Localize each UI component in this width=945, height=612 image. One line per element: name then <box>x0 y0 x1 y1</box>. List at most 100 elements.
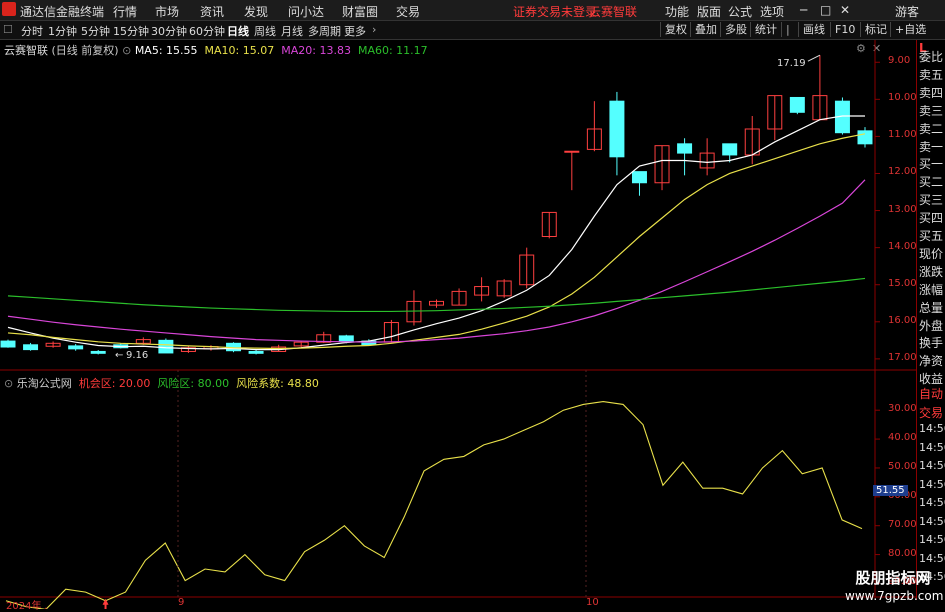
panel-field-label: 涨幅 <box>919 282 944 297</box>
period-daily[interactable]: 日线 <box>227 23 249 39</box>
y-tick-label: 16.00 <box>888 314 917 326</box>
login-notice[interactable]: 证券交易未登录 <box>513 3 597 20</box>
ma-line-ma20 <box>7 179 866 343</box>
menu-item-news[interactable]: 资讯 <box>200 3 224 20</box>
menu-item-options[interactable]: 选项 <box>760 3 784 20</box>
panel-trade-item: 14:56 <box>919 477 945 491</box>
ind-y-tick-label: 70.00 <box>888 518 917 530</box>
y-tick-label: 9.00 <box>888 55 911 67</box>
period-more[interactable]: 更多 <box>344 23 366 39</box>
draw-button[interactable]: 画线 <box>798 22 829 37</box>
menu-item-quotes[interactable]: 行情 <box>113 3 137 20</box>
period-intraday[interactable]: 分时 <box>21 23 43 39</box>
x-label-month-9: 9 <box>178 597 185 608</box>
adjust-button[interactable]: 复权 <box>660 22 691 37</box>
period-multi[interactable]: 多周期 <box>308 23 341 39</box>
indicator-current-value: 51.55 <box>873 485 908 496</box>
ind-y-tick-label: 50.00 <box>888 460 917 472</box>
panel-field-label: 买五 <box>919 229 944 243</box>
candle-body <box>609 100 625 158</box>
menu-item-wealth[interactable]: 财富圈 <box>342 3 378 20</box>
menu-item-function[interactable]: 功能 <box>665 3 689 20</box>
watermark-url: www.7gpzb.com <box>845 589 944 603</box>
candle-body <box>789 96 805 113</box>
panel-trade-item: 14:56 <box>919 496 945 509</box>
risk-coefficient-line <box>5 400 863 609</box>
right-info-panel: L 委比 卖五 卖四 卖三 卖二 卖一 买一 买二 买三 买四 买五 现价 涨跌 涨幅 总量 外盘 换手 净资 收益… <box>916 40 945 600</box>
candle-body <box>68 345 84 350</box>
f10-button[interactable]: F10 <box>830 22 859 37</box>
menu-item-discover[interactable]: 发现 <box>244 3 268 20</box>
checkbox-icon[interactable]: ☐ <box>3 23 13 36</box>
low-price-label: 9.16 <box>126 350 149 361</box>
panel-field-label: 卖三 <box>919 103 944 118</box>
window-close-icon[interactable]: ✕ <box>840 3 850 17</box>
ind-y-tick-label: 30.00 <box>888 403 917 415</box>
candle-body <box>90 350 106 354</box>
candle-body <box>0 340 16 348</box>
add-watchlist-button[interactable]: +自选 <box>890 22 930 37</box>
high-marker-line <box>807 54 821 62</box>
more-chevron-icon[interactable]: › <box>372 23 376 36</box>
overlay-button[interactable]: 叠加 <box>690 22 721 37</box>
candle-body <box>248 350 264 354</box>
y-tick-label: 14.00 <box>888 240 917 252</box>
panel-field-label: 卖四 <box>919 85 944 100</box>
y-tick-label: 17.00 <box>888 351 917 363</box>
guest-user[interactable]: 游客 <box>895 3 919 20</box>
panel-field-label: 现价 <box>919 246 944 261</box>
panel-field-label: 净资 <box>919 354 944 369</box>
panel-trade-item: 14:56 <box>919 533 945 546</box>
panel-field-label: 换手 <box>919 336 944 351</box>
period-monthly[interactable]: 月线 <box>281 23 303 39</box>
panel-field-label: 买三 <box>919 193 944 208</box>
candle-body <box>23 344 39 351</box>
y-tick-label: 10.00 <box>888 92 917 104</box>
menu-item-market[interactable]: 市场 <box>155 3 179 20</box>
candle-body <box>857 130 873 145</box>
period-weekly[interactable]: 周线 <box>254 23 276 39</box>
menu-item-formula[interactable]: 公式 <box>728 3 752 20</box>
window-minimize-icon[interactable]: ─ <box>800 3 807 17</box>
panel-field-label: 涨跌 <box>919 264 944 279</box>
low-price-arrow-icon: ← <box>115 350 124 361</box>
candle-body <box>338 335 354 342</box>
period-30min[interactable]: 30分钟 <box>151 23 187 39</box>
menu-bar: 通达信金融终端 行情 市场 资讯 发现 问小达 财富圈 交易 证券交易未登录 云… <box>0 0 945 21</box>
period-15min[interactable]: 15分钟 <box>113 23 149 39</box>
ind-y-tick-label: 40.00 <box>888 432 917 444</box>
stats-button[interactable]: 统计 <box>750 22 781 37</box>
period-toolbar: ☐ 分时 1分钟 5分钟 15分钟 30分钟 60分钟 日线 周线 月线 多周期… <box>0 21 945 40</box>
menu-item-layout[interactable]: 版面 <box>697 3 721 20</box>
period-5min[interactable]: 5分钟 <box>81 23 110 39</box>
chart-canvas[interactable] <box>0 40 916 609</box>
panel-field-label: 买四 <box>919 211 944 226</box>
mark-button[interactable]: 标记 <box>860 22 891 37</box>
panel-field-label: 总量 <box>919 300 944 315</box>
panel-trade-item: 14:56 <box>919 551 945 565</box>
panel-field-label: 卖五 <box>919 67 944 82</box>
panel-trade-item: 自动 <box>919 387 944 401</box>
x-label-year: 2024年 <box>6 601 42 612</box>
multi-stock-button[interactable]: 多股 <box>720 22 751 37</box>
candle-body <box>564 150 580 153</box>
y-tick-label: 15.00 <box>888 277 917 289</box>
candle-body <box>631 171 647 184</box>
y-tick-label: 11.00 <box>888 129 917 141</box>
ind-y-tick-label: 80.00 <box>888 547 917 559</box>
panel-field-label: 买一 <box>919 157 944 172</box>
watermark: 股朋指标网 www.7gpzb.com <box>845 569 944 605</box>
menu-item-trade[interactable]: 交易 <box>396 3 420 20</box>
watermark-title: 股朋指标网 <box>855 569 931 587</box>
menu-item-assistant[interactable]: 问小达 <box>288 3 324 20</box>
ma-line-ma10 <box>7 133 866 350</box>
panel-trade-item: 14:56 <box>919 440 945 454</box>
period-60min[interactable]: 60分钟 <box>189 23 225 39</box>
panel-field-label: 卖一 <box>919 139 944 154</box>
window-maximize-icon[interactable]: □ <box>820 3 831 17</box>
period-1min[interactable]: 1分钟 <box>48 23 77 39</box>
candle-body <box>722 143 738 156</box>
panel-trade-item: 14:56 <box>919 514 945 528</box>
panel-field-label: 买二 <box>919 175 944 190</box>
candle-body <box>158 339 174 354</box>
